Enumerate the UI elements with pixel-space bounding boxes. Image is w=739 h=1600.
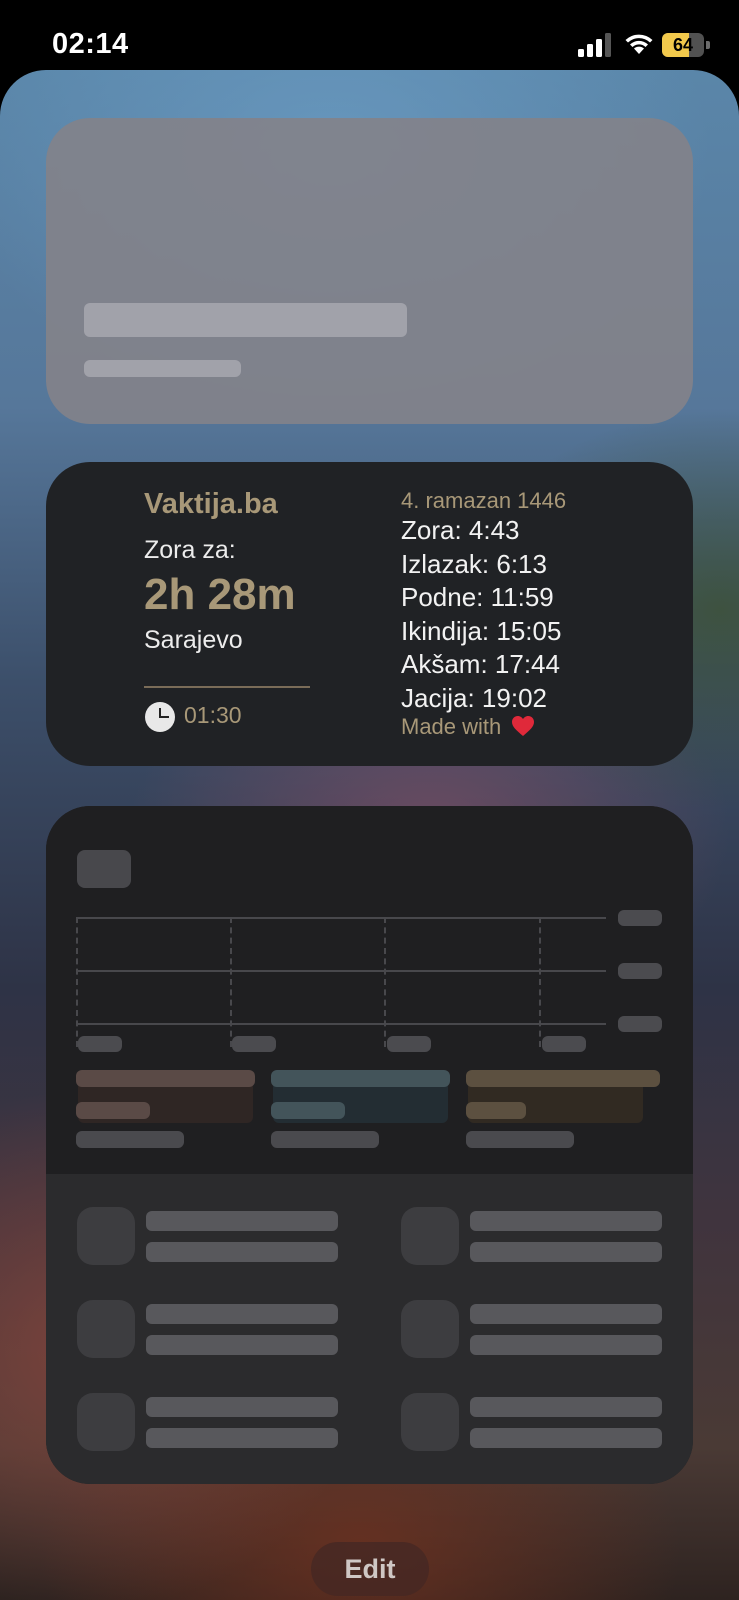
- edit-button[interactable]: Edit: [311, 1542, 429, 1596]
- grid-line-vertical: [230, 917, 232, 1047]
- stat-card-title-bar: [466, 1070, 660, 1087]
- prayer-time-ikindija: Ikindija: 15:05: [401, 615, 562, 646]
- stat-card-caption-bar: [466, 1131, 574, 1148]
- placeholder-subtitle-bar: [84, 360, 241, 377]
- prayer-time-jacija: Jacija: 19:02: [401, 682, 547, 713]
- tile-subtitle-bar: [146, 1242, 338, 1262]
- tile-title-bar: [146, 1304, 338, 1324]
- tile-title-bar: [470, 1211, 662, 1231]
- tile-title-bar: [146, 1211, 338, 1231]
- tile-title-bar: [470, 1397, 662, 1417]
- wifi-icon: [625, 34, 653, 54]
- tile-subtitle-bar: [470, 1335, 662, 1355]
- grid-line: [76, 970, 606, 972]
- stat-card-title-bar: [76, 1070, 255, 1087]
- status-time: 02:14: [52, 28, 129, 60]
- tile-icon-placeholder: [401, 1393, 459, 1451]
- countdown: 2h 28m: [144, 570, 296, 619]
- stat-card-value-bar: [271, 1102, 345, 1119]
- tile-title-bar: [470, 1304, 662, 1324]
- tile-icon-placeholder: [77, 1207, 135, 1265]
- battery-indicator: 64: [662, 33, 710, 57]
- divider: [144, 686, 310, 688]
- next-prayer-label: Zora za:: [144, 536, 236, 564]
- prayer-time-aksam: Akšam: 17:44: [401, 649, 560, 679]
- tile-subtitle-bar: [146, 1428, 338, 1448]
- tile-icon-placeholder: [401, 1300, 459, 1358]
- battery-cap: [706, 41, 710, 49]
- hijri-date: 4. ramazan 1446: [401, 488, 567, 513]
- tile-icon-placeholder: [77, 1300, 135, 1358]
- tile-subtitle-bar: [470, 1428, 662, 1448]
- tile-icon-placeholder: [77, 1393, 135, 1451]
- placeholder-widget[interactable]: [46, 118, 693, 424]
- axis-label-placeholder: [618, 963, 662, 979]
- stat-card-title-bar: [271, 1070, 450, 1087]
- made-with-label: Made with: [401, 714, 502, 739]
- grid-line-vertical: [384, 917, 386, 1047]
- status-bar: 02:14 64: [0, 0, 739, 74]
- clock-icon: [145, 702, 175, 732]
- tile-icon-placeholder: [401, 1207, 459, 1265]
- placeholder-title-bar: [84, 303, 407, 337]
- grid-line-vertical: [539, 917, 541, 1047]
- grid-line: [76, 1023, 606, 1025]
- city-name: Sarajevo: [144, 626, 243, 654]
- axis-label-placeholder: [78, 1036, 122, 1052]
- stat-card-caption-bar: [271, 1131, 379, 1148]
- updated-time: 01:30: [184, 702, 242, 728]
- cellular-signal-icon: [578, 33, 611, 57]
- axis-label-placeholder: [618, 1016, 662, 1032]
- battery-body: 64: [662, 33, 704, 57]
- grid-line: [76, 917, 606, 919]
- grid-line-vertical: [76, 917, 78, 1047]
- chart-widget-top: [46, 806, 693, 1174]
- tile-subtitle-bar: [146, 1335, 338, 1355]
- axis-label-placeholder: [232, 1036, 276, 1052]
- prayer-time-izlazak: Izlazak: 6:13: [401, 548, 547, 579]
- battery-percent: 64: [672, 35, 694, 55]
- heart-icon: [512, 716, 535, 736]
- prayer-time-podne: Podne: 11:59: [401, 582, 554, 612]
- tile-title-bar: [146, 1397, 338, 1417]
- widget-title: Vaktija.ba: [144, 488, 278, 520]
- axis-label-placeholder: [387, 1036, 431, 1052]
- stat-card-value-bar: [466, 1102, 526, 1119]
- axis-label-placeholder: [542, 1036, 586, 1052]
- axis-label-placeholder: [618, 910, 662, 926]
- prayer-times-list: Zora: 4:43 Izlazak: 6:13 Podne: 11:59 Ik…: [401, 514, 561, 715]
- chart-widget-tiles: [46, 1174, 693, 1484]
- vaktija-widget[interactable]: Vaktija.ba Zora za: 2h 28m Sarajevo 01:3…: [46, 462, 693, 766]
- stat-card-value-bar: [76, 1102, 150, 1119]
- prayer-time-zora: Zora: 4:43: [401, 515, 520, 545]
- tile-subtitle-bar: [470, 1242, 662, 1262]
- made-with-footer: Made with: [401, 714, 535, 740]
- stat-card-caption-bar: [76, 1131, 184, 1148]
- chart-widget[interactable]: [46, 806, 693, 1484]
- widget-icon-placeholder: [77, 850, 131, 888]
